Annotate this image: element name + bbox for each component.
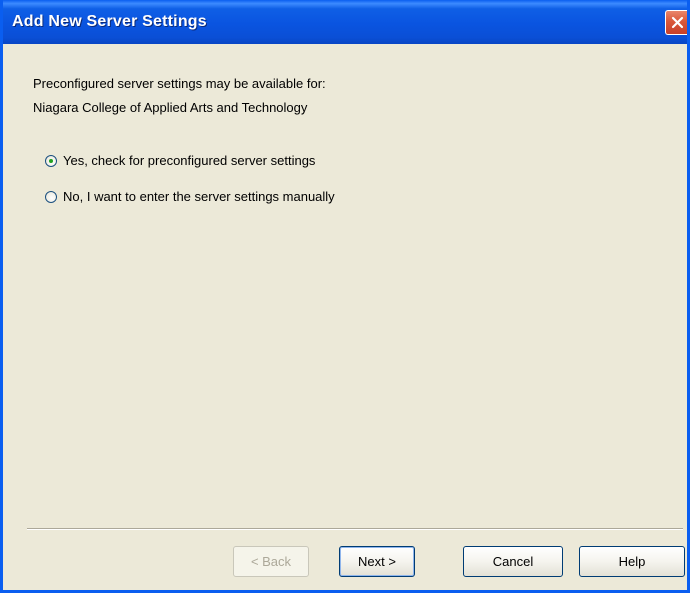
radio-option-yes-label: Yes, check for preconfigured server sett… — [63, 153, 316, 168]
footer-separator — [27, 528, 683, 530]
radio-option-yes[interactable]: Yes, check for preconfigured server sett… — [45, 153, 315, 168]
title-bar[interactable]: Add New Server Settings — [3, 0, 687, 44]
dialog-window: Add New Server Settings Preconfigured se… — [0, 0, 690, 593]
radio-option-no-label: No, I want to enter the server settings … — [63, 189, 335, 204]
close-button[interactable] — [665, 10, 687, 35]
back-button[interactable]: < Back — [233, 546, 309, 577]
radio-option-no[interactable]: No, I want to enter the server settings … — [45, 189, 335, 204]
next-button[interactable]: Next > — [339, 546, 415, 577]
radio-button-yes[interactable] — [45, 154, 57, 167]
window-title: Add New Server Settings — [12, 13, 207, 30]
cancel-button[interactable]: Cancel — [463, 546, 563, 577]
radio-button-no[interactable] — [45, 190, 57, 203]
intro-text-line1: Preconfigured server settings may be ava… — [33, 76, 326, 91]
intro-text-line2: Niagara College of Applied Arts and Tech… — [33, 100, 308, 115]
dialog-content: Preconfigured server settings may be ava… — [3, 44, 687, 590]
help-button[interactable]: Help — [579, 546, 685, 577]
close-icon — [671, 16, 684, 29]
